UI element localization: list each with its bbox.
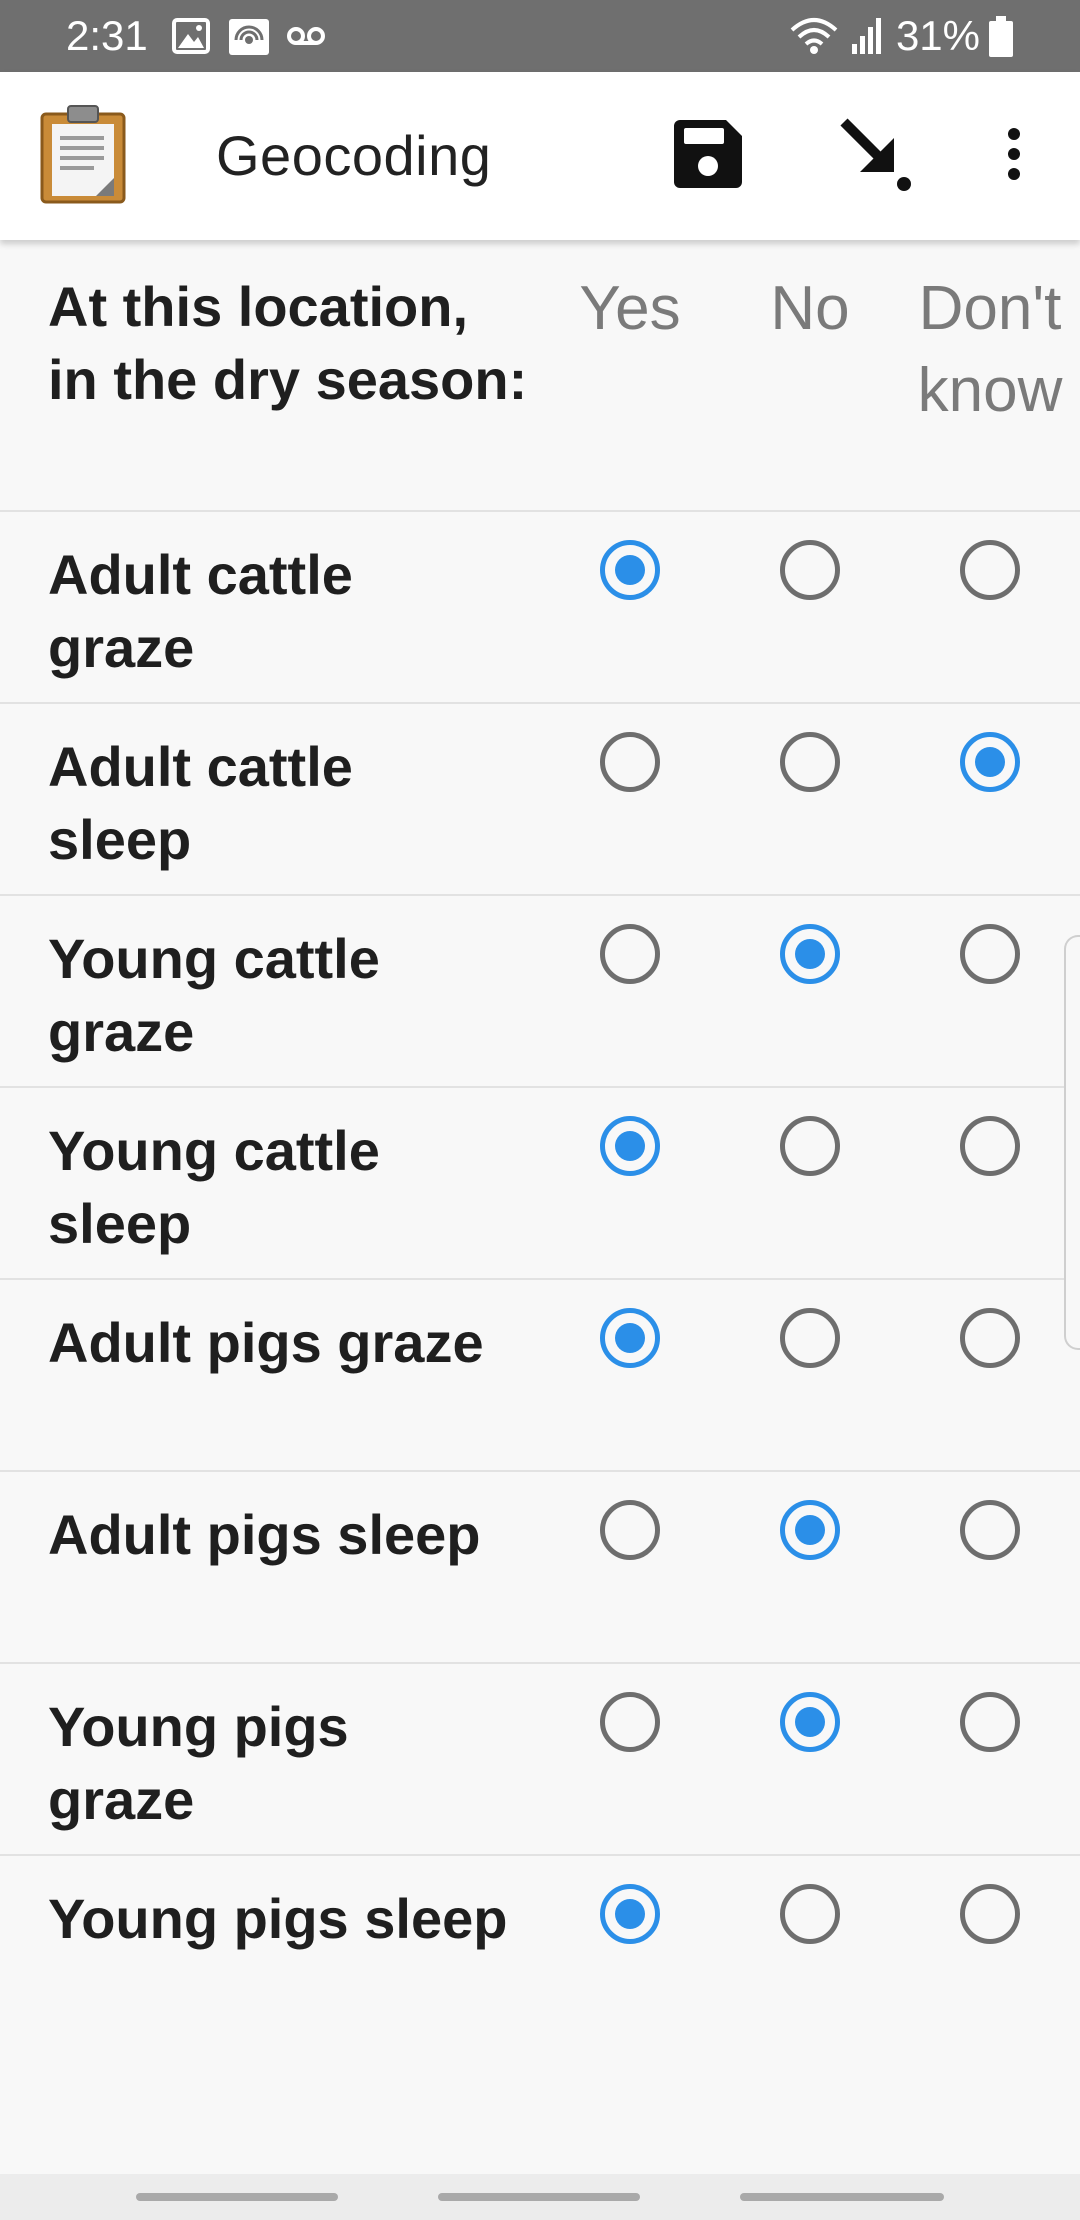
question-text: At this location, in the dry season: [48,275,528,411]
column-header-yes: Yes [579,274,681,343]
radio-no[interactable] [780,1308,840,1368]
column-header-dont-know: Don't know [917,274,1063,425]
nav-home-handle[interactable] [438,2193,640,2201]
status-bar: 2:31 31% [0,0,1080,72]
row-label: Adult pigs graze [48,1311,484,1374]
grid-row: Young cattle sleep [0,1088,1080,1280]
radio-dont-know[interactable] [960,1116,1020,1176]
row-label: Young pigs graze [48,1695,349,1831]
radio-yes[interactable] [600,732,660,792]
row-label: Young cattle graze [48,927,380,1063]
grid-row: Young pigs graze [0,1664,1080,1856]
radio-no[interactable] [780,540,840,600]
question-grid: At this location, in the dry season: Yes… [0,240,1080,2046]
jump-button[interactable] [834,114,918,198]
navigation-bar [0,2174,1080,2220]
hotspot-icon [228,18,270,61]
app-title: Geocoding [216,124,492,187]
row-label: Young cattle sleep [48,1119,380,1255]
radio-yes[interactable] [600,1308,660,1368]
grid-row: Adult cattle sleep [0,704,1080,896]
radio-yes[interactable] [600,1884,660,1944]
save-icon [670,116,746,197]
more-vert-icon [1004,127,1024,186]
row-label: Adult cattle graze [48,543,353,679]
row-label: Adult pigs sleep [48,1503,481,1566]
grid-row: Adult pigs sleep [0,1472,1080,1664]
radio-dont-know[interactable] [960,540,1020,600]
radio-dont-know[interactable] [960,1500,1020,1560]
clipboard-icon [40,104,126,204]
radio-yes[interactable] [600,1500,660,1560]
battery-percent: 31% [895,12,980,59]
grid-row: Adult cattle graze [0,512,1080,704]
app-bar: Geocoding [0,72,1080,240]
grid-row: Young cattle graze [0,896,1080,1088]
column-header-no: No [770,274,850,343]
row-label: Young pigs sleep [48,1887,508,1950]
scroll-handle[interactable] [1064,935,1080,1350]
image-icon [172,18,210,59]
grid-header-row: At this location, in the dry season: Yes… [0,240,1080,512]
voicemail-icon [286,24,326,53]
grid-row: Adult pigs graze [0,1280,1080,1472]
battery-icon [988,16,1014,63]
radio-yes[interactable] [600,540,660,600]
status-time: 2:31 [66,12,148,59]
grid-row: Young pigs sleep [0,1856,1080,2046]
radio-dont-know[interactable] [960,732,1020,792]
nav-recents-handle[interactable] [740,2193,944,2201]
signal-icon [850,16,886,61]
wifi-icon [790,16,838,61]
radio-dont-know[interactable] [960,1692,1020,1752]
radio-no[interactable] [780,732,840,792]
radio-dont-know[interactable] [960,1884,1020,1944]
more-options-button[interactable] [972,114,1056,198]
radio-no[interactable] [780,1500,840,1560]
radio-no[interactable] [780,1692,840,1752]
radio-no[interactable] [780,1884,840,1944]
radio-dont-know[interactable] [960,924,1020,984]
radio-yes[interactable] [600,924,660,984]
nav-back-handle[interactable] [136,2193,338,2201]
jump-icon [836,114,916,199]
radio-dont-know[interactable] [960,1308,1020,1368]
save-button[interactable] [666,114,750,198]
radio-yes[interactable] [600,1692,660,1752]
radio-no[interactable] [780,924,840,984]
row-label: Adult cattle sleep [48,735,353,871]
radio-no[interactable] [780,1116,840,1176]
radio-yes[interactable] [600,1116,660,1176]
